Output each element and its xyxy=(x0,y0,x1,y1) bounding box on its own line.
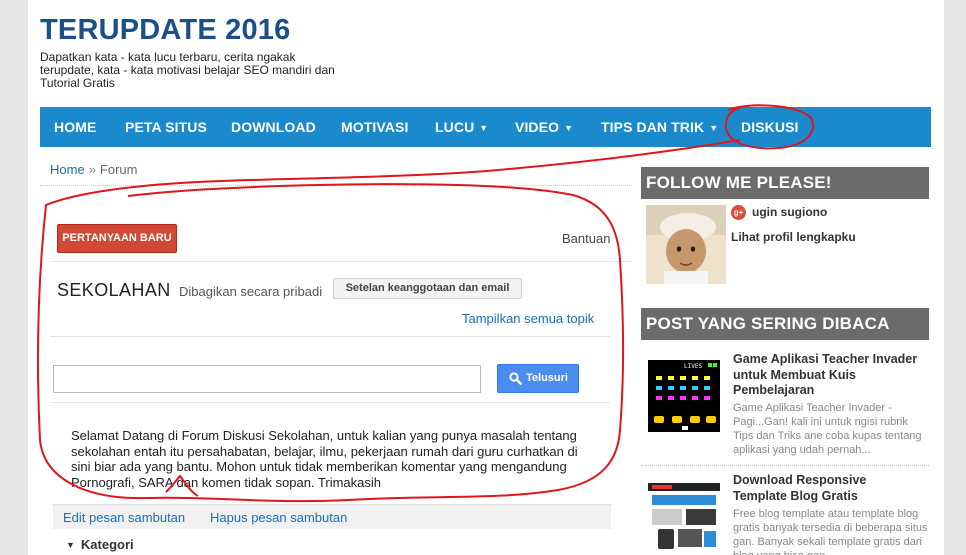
forum-search-input[interactable] xyxy=(53,365,481,393)
chevron-down-icon: ▼ xyxy=(564,123,574,133)
nav-label: MOTIVASI xyxy=(341,119,409,135)
nav-label: DISKUSI xyxy=(741,119,799,135)
chevron-down-icon: ▼ xyxy=(479,123,489,133)
divider xyxy=(641,465,929,466)
membership-settings-button[interactable]: Setelan keanggotaan dan email xyxy=(333,278,522,299)
search-button-label: Telusuri xyxy=(526,372,568,384)
view-profile-link[interactable]: Lihat profil lengkapku xyxy=(731,230,856,244)
author-avatar[interactable] xyxy=(646,205,726,284)
nav-label: HOME xyxy=(54,119,97,135)
group-name: SEKOLAHAN xyxy=(57,280,171,300)
divider xyxy=(50,261,632,262)
breadcrumb-current: Forum xyxy=(99,162,138,177)
blog-description: Dapatkan kata - kata lucu terbaru, cerit… xyxy=(40,50,335,90)
show-all-topics-link[interactable]: Tampilkan semua topik xyxy=(462,311,594,326)
new-question-button[interactable]: PERTANYAAN BARU xyxy=(57,224,177,253)
nav-diskusi[interactable]: DISKUSI xyxy=(741,107,799,147)
popular-posts-title: POST YANG SERING DIBACA xyxy=(641,308,929,340)
chevron-down-icon: ▼ xyxy=(709,123,719,133)
nav-tips-dan-trik[interactable]: TIPS DAN TRIK ▼ xyxy=(601,107,718,147)
search-button[interactable]: Telusuri xyxy=(497,364,579,393)
nav-motivasi[interactable]: MOTIVASI xyxy=(341,107,408,147)
popular-post-title[interactable]: Game Aplikasi Teacher Invader untuk Memb… xyxy=(733,352,923,399)
template-thumbnail-image xyxy=(648,481,720,553)
post-thumbnail[interactable]: LIVES xyxy=(648,360,720,432)
popular-post-title[interactable]: Download Responsive Template Blog Gratis xyxy=(733,473,923,504)
breadcrumb-home[interactable]: Home xyxy=(50,162,85,177)
nav-home[interactable]: HOME xyxy=(54,107,96,147)
popular-post-snippet: Free blog template atau template blog gr… xyxy=(733,508,928,555)
breadcrumb-separator: » xyxy=(88,162,96,177)
nav-video[interactable]: VIDEO ▼ xyxy=(515,107,573,147)
delete-welcome-link[interactable]: Hapus pesan sambutan xyxy=(210,510,347,525)
help-link[interactable]: Bantuan xyxy=(562,231,610,246)
game-thumbnail-image: LIVES xyxy=(648,360,720,432)
chevron-down-icon: ▼ xyxy=(66,540,75,550)
post-thumbnail[interactable] xyxy=(648,481,720,553)
page: TERUPDATE 2016 Dapatkan kata - kata lucu… xyxy=(28,0,944,555)
thumbnail-lives-text: LIVES xyxy=(684,363,702,370)
shared-status: Dibagikan secara pribadi xyxy=(179,284,323,299)
divider xyxy=(40,185,632,186)
nav-label: DOWNLOAD xyxy=(231,119,316,135)
nav-label: VIDEO xyxy=(515,119,560,135)
nav-download[interactable]: DOWNLOAD xyxy=(231,107,316,147)
edit-welcome-link[interactable]: Edit pesan sambutan xyxy=(63,510,185,525)
nav-peta-situs[interactable]: PETA SITUS xyxy=(125,107,207,147)
main-navbar: HOME PETA SITUS DOWNLOAD MOTIVASI LUCU ▼ … xyxy=(40,107,931,147)
divider xyxy=(50,402,610,403)
follow-widget-title: FOLLOW ME PLEASE! xyxy=(641,167,929,199)
nav-label: PETA SITUS xyxy=(125,119,207,135)
category-toggle[interactable]: ▼ Kategori xyxy=(66,537,134,552)
category-label: Kategori xyxy=(80,537,134,552)
search-icon xyxy=(509,372,522,385)
blog-title[interactable]: TERUPDATE 2016 xyxy=(40,14,290,47)
nav-label: TIPS DAN TRIK xyxy=(601,119,705,135)
breadcrumb: Home» Forum xyxy=(50,162,137,177)
google-plus-icon: g+ xyxy=(731,205,746,220)
welcome-message: Selamat Datang di Forum Diskusi Sekolaha… xyxy=(71,428,578,490)
author-name[interactable]: ugin sugiono xyxy=(752,205,827,219)
nav-label: LUCU xyxy=(435,119,475,135)
author-photo xyxy=(646,205,726,284)
nav-lucu[interactable]: LUCU ▼ xyxy=(435,107,488,147)
popular-post-snippet: Game Aplikasi Teacher Invader - Pagi...G… xyxy=(733,402,922,456)
divider xyxy=(50,336,610,337)
